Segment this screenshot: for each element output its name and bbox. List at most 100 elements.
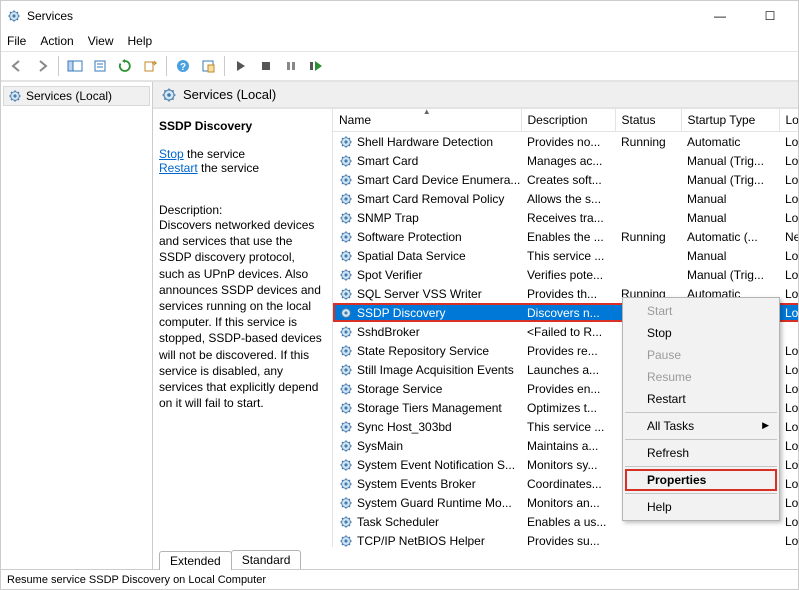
col-name[interactable]: ▲Name (333, 109, 521, 132)
service-name: Storage Tiers Management (357, 401, 502, 415)
gear-icon (339, 515, 353, 529)
ctx-stop[interactable]: Stop (625, 322, 777, 344)
menu-view[interactable]: View (88, 34, 114, 48)
statusbar: Resume service SSDP Discovery on Local C… (1, 569, 798, 589)
service-name: SNMP Trap (357, 211, 419, 225)
table-row[interactable]: Smart Card Removal PolicyAllows the s...… (333, 189, 798, 208)
service-name: Still Image Acquisition Events (357, 363, 514, 377)
stop-link[interactable]: Stop (159, 147, 184, 161)
gear-icon (339, 306, 353, 320)
gear-icon (339, 249, 353, 263)
menu-help[interactable]: Help (128, 34, 153, 48)
show-hide-button[interactable] (63, 54, 87, 78)
gear-icon (161, 87, 177, 103)
table-row[interactable]: SNMP TrapReceives tra...ManualLocal S (333, 208, 798, 227)
ctx-properties[interactable]: Properties (625, 469, 777, 491)
gear-icon (339, 382, 353, 396)
context-menu: Start Stop Pause Resume Restart All Task… (622, 297, 780, 521)
table-row[interactable]: Spatial Data ServiceThis service ...Manu… (333, 246, 798, 265)
col-status[interactable]: Status (615, 109, 681, 132)
stop-button[interactable] (254, 54, 278, 78)
service-name: Smart Card (357, 154, 418, 168)
service-name: Software Protection (357, 230, 462, 244)
table-row[interactable]: TCP/IP NetBIOS HelperProvides su...Local… (333, 531, 798, 547)
selected-service-name: SSDP Discovery (159, 119, 322, 133)
gear-icon (339, 458, 353, 472)
svg-text:?: ? (180, 62, 186, 73)
back-button[interactable] (5, 54, 29, 78)
refresh-button[interactable] (113, 54, 137, 78)
table-row[interactable]: Smart Card Device Enumera...Creates soft… (333, 170, 798, 189)
ctx-help[interactable]: Help (625, 496, 777, 518)
properties-button[interactable] (88, 54, 112, 78)
gear-icon (339, 363, 353, 377)
titlebar: Services — ☐ (1, 1, 798, 31)
menubar: File Action View Help (1, 31, 798, 51)
ctx-restart[interactable]: Restart (625, 388, 777, 410)
maximize-button[interactable]: ☐ (748, 2, 792, 30)
menu-action[interactable]: Action (40, 34, 73, 48)
gear-icon (339, 477, 353, 491)
gear-icon (339, 173, 353, 187)
gear-icon (339, 325, 353, 339)
content: Services (Local) SSDP Discovery Stop the… (153, 82, 798, 569)
toolbar: ? (1, 51, 798, 81)
help-button[interactable]: ? (171, 54, 195, 78)
pause-button[interactable] (279, 54, 303, 78)
window-title: Services (27, 9, 698, 23)
col-startup[interactable]: Startup Type (681, 109, 779, 132)
play-button[interactable] (229, 54, 253, 78)
ctx-pause: Pause (625, 344, 777, 366)
menu-file[interactable]: File (7, 34, 26, 48)
minimize-button[interactable]: — (698, 2, 742, 30)
gear-icon (339, 401, 353, 415)
table-row[interactable]: Spot VerifierVerifies pote...Manual (Tri… (333, 265, 798, 284)
gear-icon (339, 534, 353, 548)
gear-icon (339, 268, 353, 282)
service-name: System Events Broker (357, 477, 476, 491)
gear-icon (339, 230, 353, 244)
gear-icon (339, 420, 353, 434)
ctx-refresh[interactable]: Refresh (625, 442, 777, 464)
gear-icon (339, 154, 353, 168)
tree-root[interactable]: Services (Local) (3, 86, 150, 106)
table-row[interactable]: Shell Hardware DetectionProvides no...Ru… (333, 132, 798, 152)
service-name: State Repository Service (357, 344, 489, 358)
col-logon[interactable]: Log On As (779, 109, 798, 132)
action-button[interactable] (196, 54, 220, 78)
service-name: Spatial Data Service (357, 249, 466, 263)
main-area: Services (Local) Services (Local) SSDP D… (1, 81, 798, 569)
service-name: Sync Host_303bd (357, 420, 452, 434)
restart-button[interactable] (304, 54, 328, 78)
gear-icon (339, 496, 353, 510)
col-description[interactable]: Description (521, 109, 615, 132)
gear-icon (339, 344, 353, 358)
chevron-right-icon: ▶ (762, 420, 769, 431)
service-name: SshdBroker (357, 325, 420, 339)
app-icon (7, 9, 21, 23)
services-window: Services — ☐ File Action View Help ? S (0, 0, 799, 590)
service-name: Shell Hardware Detection (357, 135, 493, 149)
table-row[interactable]: Smart CardManages ac...Manual (Trig...Lo… (333, 151, 798, 170)
table-row[interactable]: Software ProtectionEnables the ...Runnin… (333, 227, 798, 246)
ctx-all-tasks[interactable]: All Tasks▶ (625, 415, 777, 437)
service-name: System Event Notification S... (357, 458, 515, 472)
gear-icon (8, 89, 22, 103)
gear-icon (339, 192, 353, 206)
tab-extended[interactable]: Extended (159, 551, 232, 570)
gear-icon (339, 287, 353, 301)
tab-standard[interactable]: Standard (231, 550, 302, 569)
description-text: Discovers networked devices and services… (159, 217, 322, 411)
restart-link[interactable]: Restart (159, 161, 198, 175)
content-header: Services (Local) (153, 82, 798, 108)
service-name: System Guard Runtime Mo... (357, 496, 512, 510)
service-name: SSDP Discovery (357, 306, 445, 320)
gear-icon (339, 211, 353, 225)
tabs: Extended Standard (153, 547, 798, 569)
gear-icon (339, 135, 353, 149)
service-name: Task Scheduler (357, 515, 439, 529)
export-button[interactable] (138, 54, 162, 78)
forward-button[interactable] (30, 54, 54, 78)
ctx-resume: Resume (625, 366, 777, 388)
service-name: TCP/IP NetBIOS Helper (357, 534, 485, 548)
